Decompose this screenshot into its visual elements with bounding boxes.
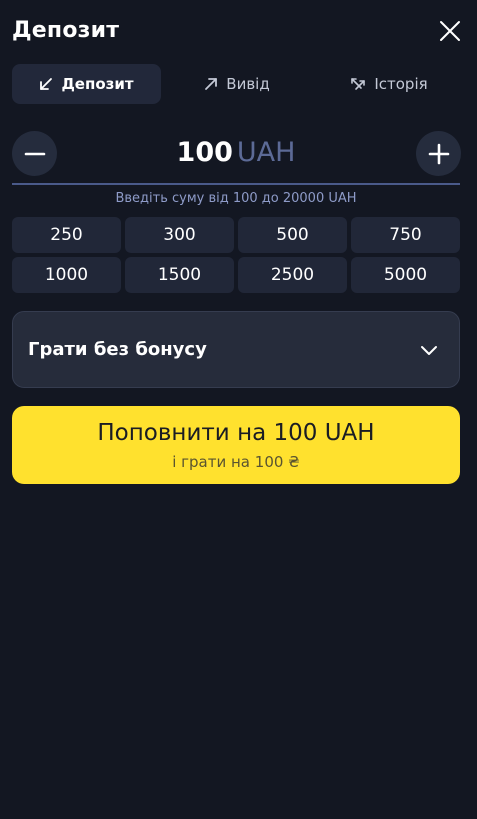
close-button[interactable]: [435, 16, 465, 46]
preset-amount-button[interactable]: 2500: [238, 257, 347, 293]
bonus-selected-label: Грати без бонусу: [28, 339, 207, 360]
preset-amount-button[interactable]: 750: [351, 217, 460, 253]
preset-amount-button[interactable]: 500: [238, 217, 347, 253]
deposit-button-label: Поповнити на 100 UAH: [97, 420, 375, 446]
preset-amount-button[interactable]: 1000: [12, 257, 121, 293]
chevron-down-icon: [421, 346, 437, 355]
amount-hint: Введіть суму від 100 до 20000 UAH: [115, 191, 357, 206]
amount-currency: UAH: [236, 137, 296, 168]
tab-withdraw-label: Вивід: [226, 75, 270, 93]
deposit-button[interactable]: Поповнити на 100 UAH і грати на 100 ₴: [12, 406, 460, 484]
arrow-up-right-icon: [205, 78, 218, 90]
increase-amount-button[interactable]: [416, 131, 461, 176]
page-title: Депозит: [12, 18, 120, 43]
amount-input[interactable]: 100 UAH: [72, 137, 400, 168]
minus-icon: [24, 152, 45, 155]
close-icon: [440, 21, 460, 41]
amount-stepper: 100 UAH: [12, 131, 461, 177]
bonus-select[interactable]: Грати без бонусу: [12, 311, 460, 388]
amount-underline: [12, 183, 460, 185]
tab-deposit[interactable]: Депозит: [12, 64, 161, 104]
tab-history[interactable]: Історія: [313, 64, 465, 104]
tab-bar: Депозит Вивід Історія: [12, 64, 465, 104]
preset-amount-button[interactable]: 300: [125, 217, 234, 253]
preset-amount-button[interactable]: 1500: [125, 257, 234, 293]
tab-history-label: Історія: [374, 75, 428, 93]
preset-amount-button[interactable]: 5000: [351, 257, 460, 293]
preset-amounts: 250 300 500 750 1000 1500 2500 5000: [12, 217, 460, 293]
deposit-button-sublabel: і грати на 100 ₴: [172, 453, 300, 471]
swap-arrows-icon: [351, 78, 366, 90]
amount-value: 100: [176, 137, 233, 168]
header: Депозит: [12, 14, 465, 50]
tab-withdraw[interactable]: Вивід: [161, 64, 313, 104]
preset-amount-button[interactable]: 250: [12, 217, 121, 253]
decrease-amount-button[interactable]: [12, 131, 57, 176]
plus-icon: [428, 143, 449, 164]
arrow-down-left-icon: [40, 78, 53, 90]
tab-deposit-label: Депозит: [61, 75, 134, 93]
